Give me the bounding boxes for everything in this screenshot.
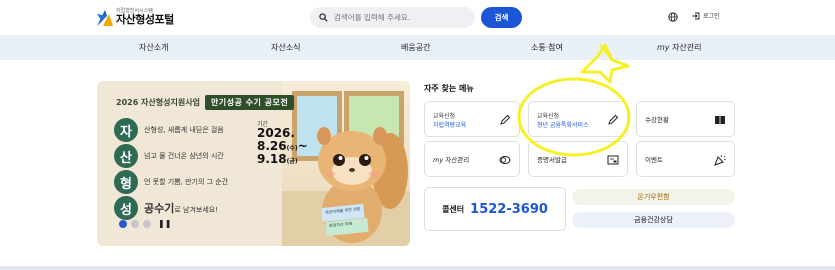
period-date: 2026. 8.26(수)~ 9.18(금) xyxy=(257,126,308,167)
login-link[interactable]: 로그인 xyxy=(692,11,720,20)
nav-item-asset-intro[interactable]: 자산소개 xyxy=(139,35,168,60)
card-my-rest: 자산관리 xyxy=(443,156,470,164)
card-small-label: 교육신청 xyxy=(433,113,456,120)
syllable-ja: 자 xyxy=(114,118,138,142)
banner-line-4: 공수기로 남겨보세요! xyxy=(144,200,218,216)
party-icon xyxy=(714,154,726,166)
carousel-dot-2[interactable] xyxy=(131,219,139,228)
warm-mailbox-button[interactable]: 온기우편함 xyxy=(572,189,735,205)
carousel-dot-1[interactable] xyxy=(119,219,127,228)
top-header: 자립형전서시스템 자산형성포털 검색어를 입력해 주세요. 검색 로그인 xyxy=(0,0,835,35)
banner-line-4-rest: 로 남겨보세요! xyxy=(174,206,219,214)
call-center-label: 콜센터 xyxy=(442,204,465,214)
main-nav: 자산소개 자산소식 배움공간 소통·참여 my 자산관리 xyxy=(0,35,835,60)
banner-line-2: 넘고 물 건너온 삼년의 시간 xyxy=(144,152,224,160)
logo-title: 자산형성포털 xyxy=(116,13,174,26)
nav-my-text: my xyxy=(657,43,670,52)
globe-icon[interactable] xyxy=(668,12,678,22)
banner-badge: 만기성공 수기 공모전 xyxy=(204,95,295,110)
login-label: 로그인 xyxy=(703,13,720,20)
card-label: 증명서발급 xyxy=(537,156,567,164)
search-icon xyxy=(319,13,328,22)
site-logo[interactable]: 자립형전서시스템 자산형성포털 xyxy=(97,8,174,26)
nav-item-learning[interactable]: 배움공간 xyxy=(401,35,430,60)
promo-banner[interactable]: 2026 자산형성지원사업 만기성공 수기 공모전 자 산형성, 새롭게 내딛은… xyxy=(97,81,410,246)
card-label: 이벤트 xyxy=(645,156,663,164)
menu-card-certificate[interactable]: 증명서발급 xyxy=(528,141,628,177)
search-placeholder: 검색어를 입력해 주세요. xyxy=(334,13,411,22)
book-icon xyxy=(715,116,725,124)
period-line-2: 8.26 xyxy=(257,139,287,154)
period-day-3: (금) xyxy=(286,158,298,166)
banner-line-4-big: 공수기 xyxy=(144,202,175,215)
call-center-number: 1522-3690 xyxy=(470,201,548,217)
period-day-2: (수) xyxy=(286,145,298,153)
nav-item-my-asset[interactable]: my 자산관리 xyxy=(657,35,702,60)
banner-title: 2026 자산형성지원사업 만기성공 수기 공모전 xyxy=(116,95,295,110)
menu-card-event[interactable]: 이벤트 xyxy=(636,141,735,177)
syllable-hyeong: 형 xyxy=(114,170,138,194)
nav-my-rest: 자산관리 xyxy=(669,43,702,52)
menu-card-youth-finance-service[interactable]: 교육신청 청년 금융특화서비스 xyxy=(528,101,628,137)
banner-title-text: 2026 자산형성지원사업 xyxy=(116,98,200,107)
footer-divider xyxy=(0,266,835,270)
card-small-label: 교육신청 xyxy=(537,113,560,120)
card-label: my 자산관리 xyxy=(433,154,469,164)
login-icon xyxy=(692,12,700,19)
syllable-seong: 성 xyxy=(114,196,138,220)
card-my-text: my xyxy=(433,156,444,164)
menu-card-my-asset[interactable]: my 자산관리 xyxy=(424,141,520,177)
call-center-box[interactable]: 콜센터 1522-3690 xyxy=(424,187,566,231)
coin-icon xyxy=(499,156,511,164)
logo-mark-icon xyxy=(97,8,113,26)
card-sub-label: 청년 금융특화서비스 xyxy=(537,122,589,129)
nav-item-community[interactable]: 소통·참여 xyxy=(531,35,563,60)
carousel-controls: ❚❚ xyxy=(119,219,171,228)
search-button[interactable]: 검색 xyxy=(481,7,522,28)
menu-card-course-status[interactable]: 수강현황 xyxy=(636,101,735,137)
search-input[interactable]: 검색어를 입력해 주세요. xyxy=(310,7,475,28)
card-sub-label: 자립역량교육 xyxy=(433,122,467,129)
certificate-icon xyxy=(607,155,619,165)
period-line-3: 9.18 xyxy=(257,152,287,167)
squirrel-mascot-icon xyxy=(317,127,408,243)
banner-line-1: 산형성, 새롭게 내딛은 걸음 xyxy=(144,126,224,134)
nav-item-asset-news[interactable]: 자산소식 xyxy=(271,35,300,60)
carousel-dot-3[interactable] xyxy=(143,219,151,228)
menu-card-self-reliance-education[interactable]: 교육신청 자립역량교육 xyxy=(424,101,520,137)
pause-icon[interactable]: ❚❚ xyxy=(158,219,171,228)
frequent-menu-title: 자주 찾는 메뉴 xyxy=(424,84,474,93)
syllable-san: 산 xyxy=(114,144,138,168)
financial-health-consult-button[interactable]: 금융건강상담 xyxy=(572,212,735,228)
pencil-icon xyxy=(500,114,511,125)
card-label: 수강현황 xyxy=(645,116,669,124)
banner-line-3: 언 못할 기쁨, 만기의 그 순간 xyxy=(144,178,229,186)
pencil-icon xyxy=(608,114,619,125)
